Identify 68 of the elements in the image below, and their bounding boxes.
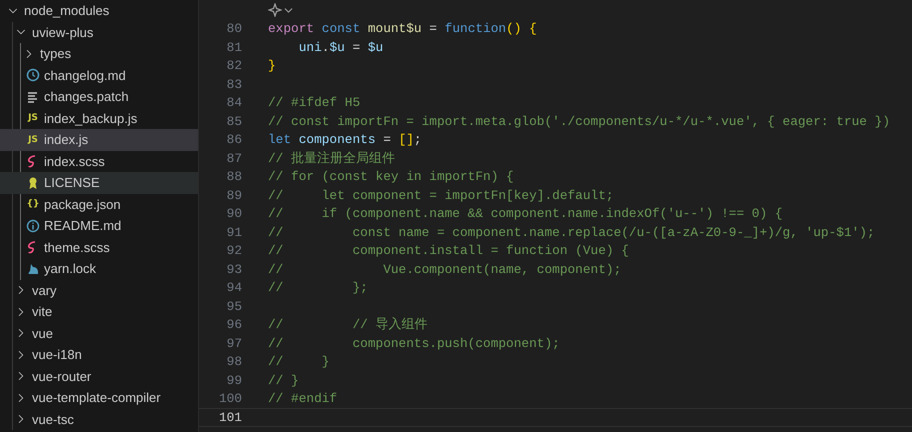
folder-item[interactable]: node_modules — [0, 0, 198, 22]
line-number: 86 — [226, 132, 242, 148]
line-number: 94 — [226, 280, 242, 296]
line-number: 88 — [226, 169, 242, 184]
code-line: let components = []; — [268, 132, 422, 148]
folder-item[interactable]: uview-plus — [0, 22, 198, 43]
code-line: // #endif — [268, 391, 338, 406]
code-line: // } — [268, 372, 299, 388]
clock-icon — [26, 68, 40, 82]
line-number: 80 — [226, 21, 242, 36]
code-line: // } — [268, 354, 330, 370]
folder-item[interactable]: vue — [0, 322, 198, 344]
folder-item[interactable]: vue-router — [0, 366, 198, 387]
folder-item[interactable]: vite — [0, 301, 198, 322]
line-number: 82 — [226, 58, 242, 74]
code-line: } — [268, 58, 276, 74]
code-line: // for (const key in importFn) { — [268, 169, 514, 184]
file-item[interactable]: JS index.js — [0, 129, 198, 150]
line-number: 89 — [226, 188, 242, 203]
folder-item[interactable]: vue-template-compiler — [0, 387, 198, 408]
code-line: // components.push(component); — [268, 336, 560, 351]
file-item[interactable]: README.md — [0, 215, 198, 236]
folder-item[interactable]: vary — [0, 280, 198, 301]
line-number: 87 — [226, 150, 242, 166]
folder-item[interactable]: vue-tsc — [0, 408, 198, 430]
line-number: 92 — [226, 243, 242, 258]
line-number: 84 — [226, 95, 242, 110]
line-number: 97 — [226, 336, 242, 351]
code-line: // #ifdef H5 — [268, 95, 360, 110]
line-number: 85 — [226, 114, 242, 129]
code-line: // component.install = function (Vue) { — [268, 243, 629, 258]
file-item[interactable]: changelog.md — [0, 64, 198, 86]
line-number: 95 — [226, 298, 242, 314]
line-number: 81 — [226, 40, 242, 55]
line-number: 96 — [226, 317, 242, 332]
code-line: // }; — [268, 280, 368, 296]
code-line: uni.$u = $u — [298, 40, 384, 55]
file-item[interactable]: changes.patch — [0, 86, 198, 108]
json-file-icon: {} — [26, 199, 40, 210]
line-number: 91 — [226, 224, 242, 240]
code-line: // let component = importFn[key].default; — [268, 188, 614, 203]
sparkle-icon[interactable] — [268, 3, 282, 18]
js-file-icon: JS — [26, 134, 40, 145]
code-line: // if (component.name && component.name.indexOf('u--') !== 0) { — [268, 206, 783, 222]
file-item[interactable]: {} package.json — [0, 194, 198, 215]
file-item[interactable]: yarn.lock — [0, 258, 198, 280]
folder-item[interactable]: types — [0, 43, 198, 64]
line-number: 99 — [226, 372, 242, 388]
line-number: 100 — [218, 391, 242, 406]
code-line: // const name = component.name.replace(/u-([a-zA-Z0-9-_]+)/g, 'up-$1'); — [268, 224, 875, 240]
code-line: // // 导入组件 — [268, 316, 428, 334]
code-line: export const mount$u = function() { — [268, 21, 537, 36]
line-number: 101 — [218, 410, 242, 425]
folder-item[interactable]: vue-i18n — [0, 344, 198, 366]
code-line: // Vue.component(name, component); — [268, 262, 622, 277]
file-item[interactable]: index.scss — [0, 150, 198, 172]
file-item[interactable]: theme.scss — [0, 236, 198, 258]
file-item[interactable]: LICENSE — [0, 172, 198, 194]
line-number: 83 — [226, 76, 242, 92]
info-icon — [26, 218, 40, 233]
lines-icon — [26, 90, 40, 104]
code-line: // 批量注册全局组件 — [268, 150, 396, 167]
file-item[interactable]: JS index_backup.js — [0, 108, 198, 129]
line-number: 93 — [226, 262, 242, 277]
line-number: 98 — [226, 354, 242, 370]
js-file-icon: JS — [26, 113, 40, 124]
code-line: // const importFn = import.meta.glob('./components/u-*/u-*.vue', { eager: true }) — [268, 114, 890, 129]
line-number: 90 — [226, 206, 242, 222]
